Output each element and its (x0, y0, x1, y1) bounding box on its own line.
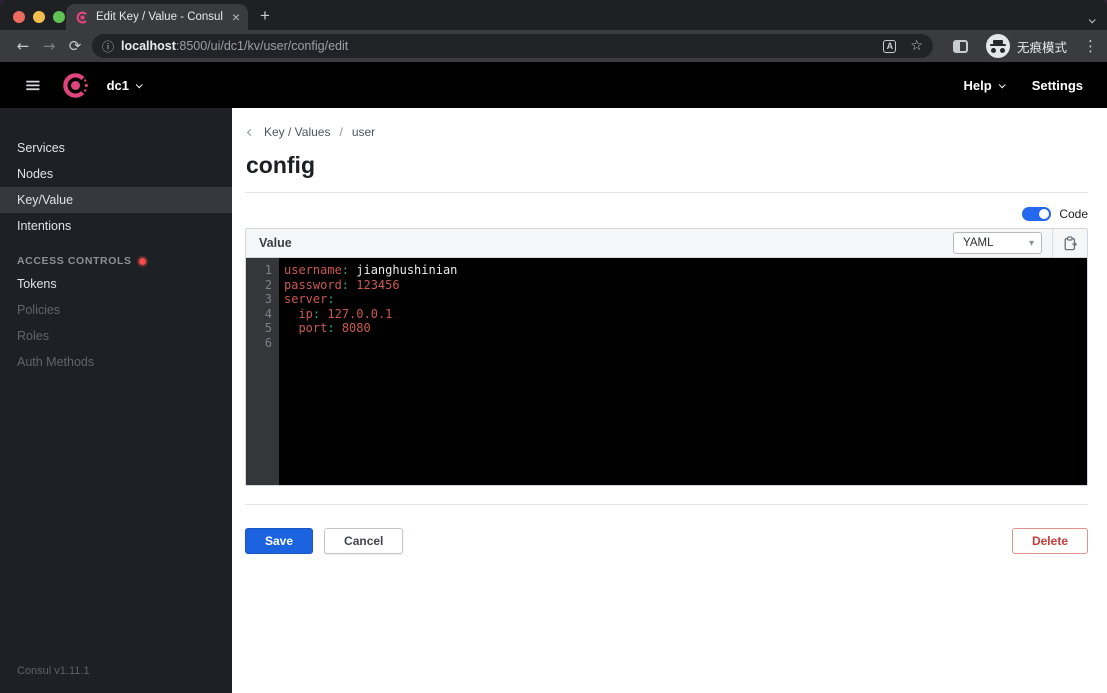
sidebar-item-tokens[interactable]: Tokens (0, 271, 232, 297)
datacenter-label: dc1 (106, 77, 130, 93)
forward-icon[interactable]: → (36, 37, 62, 55)
access-controls-section: ACCESS CONTROLS (0, 255, 232, 267)
code-content: username: jianghushinian password: 123456… (279, 258, 1087, 485)
site-info-icon[interactable]: ⓘ (102, 38, 114, 55)
chevron-down-icon (135, 80, 143, 88)
breadcrumb-back-icon[interactable] (246, 128, 255, 136)
sidebar-item-auth-methods: Auth Methods (17, 355, 95, 369)
sidebar-item-roles: Roles (17, 329, 49, 343)
sidebar-item-key-value[interactable]: Key/Value (0, 187, 232, 213)
copy-button[interactable] (1052, 229, 1087, 257)
breadcrumb-separator: / (339, 125, 343, 139)
datacenter-dropdown[interactable]: dc1 (106, 77, 143, 93)
address-bar[interactable]: ⓘ localhost:8500/ui/dc1/kv/user/config/e… (92, 34, 933, 58)
line-number: 3 (264, 292, 272, 307)
incognito-label: 无痕模式 (1016, 40, 1067, 55)
hamburger-menu-icon[interactable]: ≡ (24, 74, 42, 96)
line-number-gutter: 123456 (246, 258, 279, 485)
status-dot-icon (138, 257, 146, 265)
code-line: port: 8080 (284, 321, 371, 336)
access-controls-label: ACCESS CONTROLS (17, 255, 132, 267)
format-select[interactable]: YAML ▾ (953, 232, 1042, 254)
code-line: ip: 127.0.0.1 (284, 306, 393, 321)
code-toggle-label: Code (1059, 207, 1088, 221)
sidebar-item-nodes[interactable]: Nodes (0, 161, 232, 187)
incognito-badge: 无痕模式 (985, 34, 1067, 58)
tab-close-icon[interactable]: × (232, 10, 240, 24)
url-path: :8500/ui/dc1/kv/user/config/edit (175, 39, 349, 53)
consul-logo-icon (62, 72, 89, 99)
tab-list-chevron-icon[interactable] (1088, 10, 1096, 28)
code-toggle[interactable] (1022, 207, 1052, 221)
browser-tab[interactable]: Edit Key / Value - Consul × (66, 4, 248, 30)
minimize-window-button[interactable] (33, 11, 45, 23)
value-panel-header: Value YAML ▾ (246, 229, 1087, 258)
incognito-icon (985, 34, 1010, 58)
settings-link[interactable]: Settings (1032, 78, 1083, 93)
line-number: 2 (264, 277, 272, 292)
save-button[interactable]: Save (245, 528, 314, 554)
breadcrumb: Key / Values / user (245, 125, 1088, 139)
line-number: 5 (264, 321, 272, 336)
help-label: Help (963, 77, 992, 93)
code-line: server: (284, 292, 335, 307)
browser-window: Edit Key / Value - Consul × + ← → ⟳ ⓘ lo… (0, 0, 1107, 693)
back-icon[interactable]: ← (10, 37, 36, 55)
browser-toolbar: ← → ⟳ ⓘ localhost:8500/ui/dc1/kv/user/co… (0, 30, 1107, 62)
close-window-button[interactable] (13, 11, 25, 23)
browser-menu-icon[interactable]: ⋮ (1083, 37, 1098, 55)
main-content: Key / Values / user config Code Value YA… (232, 108, 1107, 693)
new-tab-button[interactable]: + (260, 6, 270, 26)
bookmark-star-icon[interactable]: ☆ (910, 38, 923, 54)
format-select-value: YAML (963, 237, 994, 249)
code-toggle-row: Code (245, 207, 1088, 221)
maximize-window-button[interactable] (53, 11, 65, 23)
browser-tab-strip: Edit Key / Value - Consul × + (0, 0, 1107, 30)
clipboard-icon (1064, 235, 1077, 250)
breadcrumb-link[interactable]: Key / Values (264, 125, 330, 139)
translate-icon[interactable]: A (883, 39, 897, 53)
window-controls (13, 11, 65, 23)
sidebar-main-nav: Services Nodes Key/Value Intentions (0, 135, 232, 239)
reload-icon[interactable]: ⟳ (62, 37, 88, 55)
select-caret-icon: ▾ (1028, 237, 1034, 249)
line-number: 4 (264, 306, 272, 321)
code-line: password: 123456 (284, 277, 400, 292)
sidebar-item-services[interactable]: Services (0, 135, 232, 161)
value-panel: Value YAML ▾ 123456 username: jianghushi… (245, 228, 1088, 486)
chevron-down-icon (998, 80, 1006, 88)
side-panel-icon[interactable] (952, 39, 968, 53)
sidebar: Services Nodes Key/Value Intentions ACCESS … (0, 108, 232, 693)
url-text: localhost:8500/ui/dc1/kv/user/config/edi… (121, 39, 883, 53)
sidebar-acl-nav: Tokens Policies Roles Auth Methods (0, 271, 232, 375)
delete-button[interactable]: Delete (1011, 528, 1088, 554)
sidebar-item-policies: Policies (17, 303, 61, 317)
code-editor[interactable]: 123456 username: jianghushinian password:… (246, 258, 1087, 485)
line-number: 1 (264, 263, 272, 277)
consul-favicon-icon (76, 11, 89, 23)
url-host: localhost (121, 39, 176, 53)
consul-version-label: Consul v1.11.1 (17, 665, 90, 677)
value-label: Value (259, 236, 292, 250)
tab-title: Edit Key / Value - Consul (96, 11, 223, 23)
action-buttons-row: Save Cancel Delete (245, 528, 1088, 554)
code-line: username: jianghushinian (284, 263, 458, 277)
line-number: 6 (264, 335, 272, 350)
divider (245, 504, 1088, 505)
page-title: config (245, 152, 1088, 193)
help-dropdown[interactable]: Help (963, 77, 1006, 93)
consul-top-nav: ≡ dc1 Help Settings (0, 62, 1107, 108)
breadcrumb-current[interactable]: user (352, 125, 375, 139)
cancel-button[interactable]: Cancel (324, 528, 404, 554)
sidebar-item-intentions[interactable]: Intentions (0, 213, 232, 239)
